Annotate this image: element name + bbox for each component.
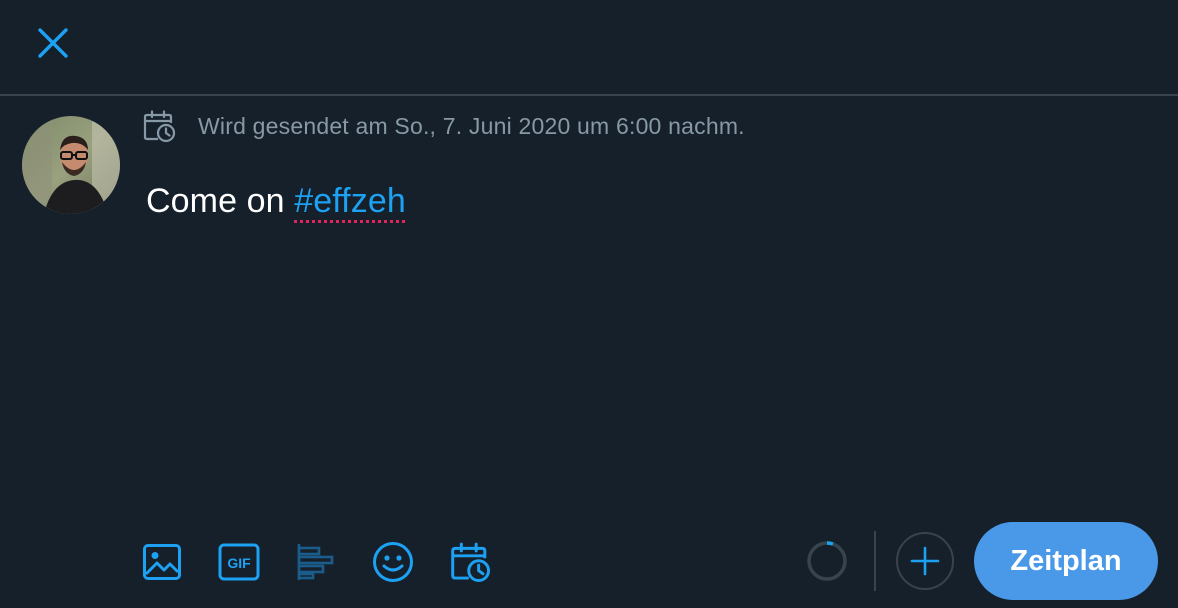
- compose-actions: Zeitplan: [806, 522, 1158, 600]
- hashtag: #effzeh: [294, 182, 406, 220]
- schedule-submit-button[interactable]: Zeitplan: [974, 522, 1158, 600]
- close-icon: [38, 28, 68, 58]
- image-icon: [143, 544, 181, 580]
- calendar-clock-icon: [143, 110, 176, 143]
- divider: [874, 531, 876, 591]
- schedule-info[interactable]: Wird gesendet am So., 7. Juni 2020 um 6:…: [142, 108, 745, 144]
- schedule-button[interactable]: [448, 540, 492, 584]
- close-button[interactable]: [28, 20, 78, 66]
- character-progress-ring: [807, 541, 847, 581]
- composer-toolbar: GIF: [140, 540, 525, 584]
- poll-button[interactable]: [294, 540, 338, 584]
- gif-button[interactable]: GIF: [217, 540, 261, 584]
- avatar[interactable]: [22, 116, 120, 214]
- gif-icon: GIF: [218, 543, 260, 581]
- schedule-icon: [451, 542, 491, 583]
- tweet-text: Come on: [146, 182, 295, 220]
- modal-header: [0, 0, 1178, 96]
- emoji-icon: [373, 542, 413, 582]
- emoji-button[interactable]: [371, 540, 415, 584]
- gif-label: GIF: [227, 555, 251, 571]
- tweet-text-input[interactable]: Come on #effzeh: [146, 182, 406, 221]
- add-tweet-button[interactable]: [896, 532, 954, 590]
- poll-icon: [297, 544, 334, 580]
- schedule-text: Wird gesendet am So., 7. Juni 2020 um 6:…: [198, 112, 745, 139]
- media-button[interactable]: [140, 540, 184, 584]
- plus-icon: [910, 546, 940, 576]
